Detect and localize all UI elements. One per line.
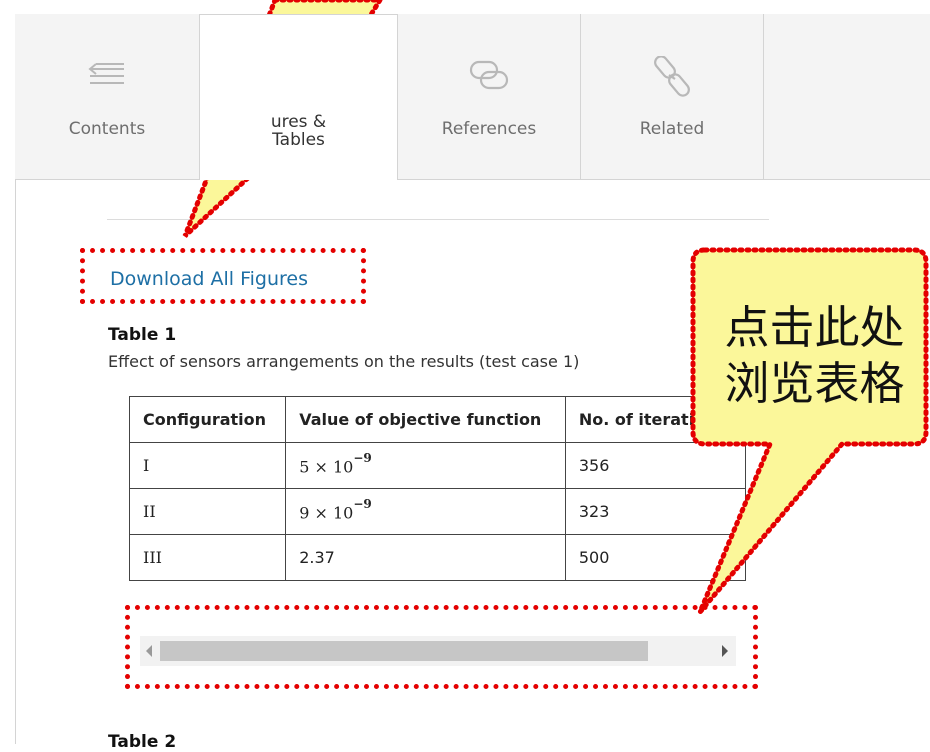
related-link-icon: [581, 56, 763, 97]
table-row: III 2.37 500: [129, 534, 746, 581]
scroll-right-arrow-icon[interactable]: [722, 645, 728, 657]
tab-contents-label: Contents: [68, 119, 146, 139]
cell-objective-value: 2.37: [285, 534, 566, 581]
tab-bar-baseline: [15, 179, 930, 180]
tab-related[interactable]: Related: [581, 14, 764, 179]
panel-left-border: [15, 179, 16, 744]
table-header-objective-value: Value of objective function: [285, 396, 566, 443]
table-2-title: Table 2: [108, 732, 177, 752]
table-header-configuration: Configuration: [129, 396, 287, 443]
table-1-scroller[interactable]: Configuration Value of objective functio…: [129, 396, 746, 614]
table-header-row: Configuration Value of objective functio…: [129, 396, 746, 443]
cell-iterations: 323: [564, 488, 746, 535]
table-horizontal-scrollbar[interactable]: [140, 636, 736, 666]
tab-contents[interactable]: Contents: [15, 14, 200, 179]
cell-configuration: III: [129, 534, 287, 581]
tab-references-label: References: [441, 119, 537, 139]
tab-references[interactable]: References: [398, 14, 581, 179]
cell-iterations: 500: [564, 534, 746, 581]
cell-objective-base: 9 × 10: [299, 503, 354, 523]
section-divider: [107, 219, 769, 220]
cell-objective-exponent: −9: [353, 450, 372, 465]
tab-bar-filler: [764, 14, 930, 179]
cell-objective-value: 9 × 10−9: [285, 488, 566, 535]
table-1-title: Table 1: [108, 325, 177, 345]
cell-objective-base: 5 × 10: [299, 457, 354, 477]
references-icon: [398, 56, 580, 96]
list-icon: [15, 56, 199, 96]
tab-bar: Contents ures & Tables References Relate…: [15, 14, 930, 180]
table-row: II 9 × 10−9 323: [129, 488, 746, 535]
download-all-figures-link[interactable]: Download All Figures: [110, 268, 308, 290]
tab-figures-label-line1: ures &: [270, 112, 327, 132]
scroll-left-arrow-icon[interactable]: [146, 645, 152, 657]
table-header-iterations: No. of iterations: [564, 396, 746, 443]
tab-related-label: Related: [639, 119, 705, 139]
tab-figures-label: ures & Tables: [200, 113, 397, 149]
cell-objective-value: 5 × 10−9: [285, 442, 566, 489]
tab-figures-label-line2: Tables: [272, 130, 325, 150]
scrollbar-thumb[interactable]: [160, 641, 648, 661]
cell-configuration: I: [129, 442, 287, 489]
cell-objective-exponent: −9: [353, 496, 372, 511]
table-row: I 5 × 10−9 356: [129, 442, 746, 489]
cell-iterations: 356: [564, 442, 746, 489]
table-1-caption: Effect of sensors arrangements on the re…: [108, 352, 580, 371]
table-1: Configuration Value of objective functio…: [129, 396, 746, 581]
cell-configuration: II: [129, 488, 287, 535]
tab-figures-tables[interactable]: ures & Tables: [199, 14, 398, 180]
callout-line-1: 点击此处: [724, 301, 905, 354]
